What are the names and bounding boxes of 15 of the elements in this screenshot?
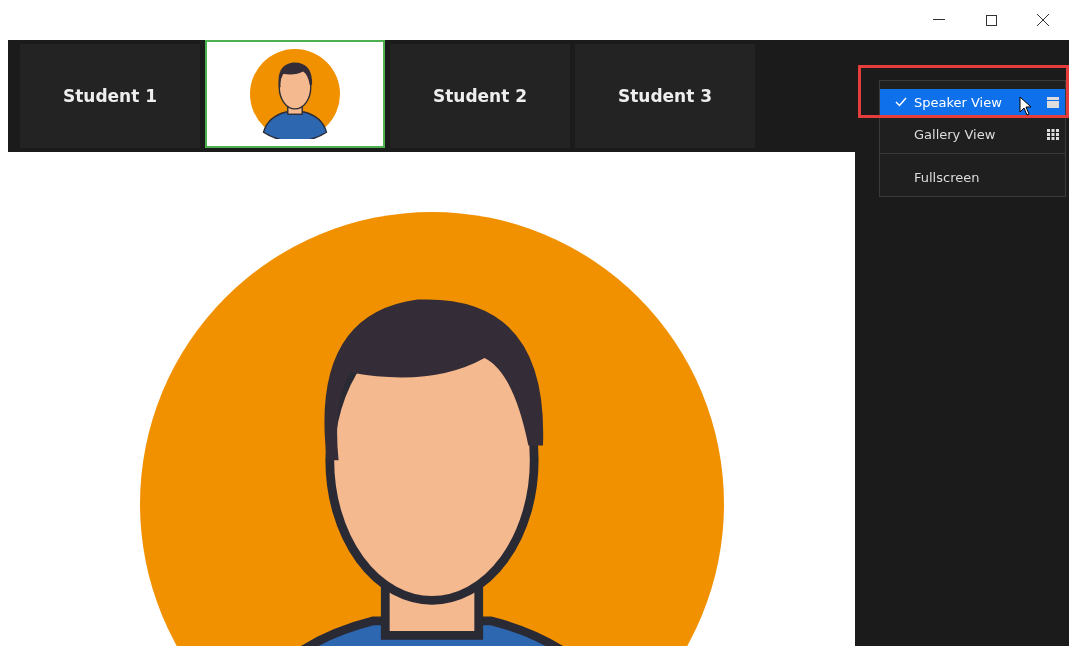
avatar-silhouette-icon [250,49,340,139]
maximize-icon[interactable] [985,14,997,26]
avatar-silhouette-icon [139,212,724,646]
grid-icon [1047,128,1059,140]
participant-tile[interactable]: Student 2 [390,44,570,148]
participant-tile[interactable]: Student 1 [20,44,200,148]
participant-tile[interactable] [205,40,385,148]
minimize-icon[interactable] [933,19,945,21]
menu-item[interactable]: Fullscreen [880,164,1065,190]
speaker-layout-icon [1047,96,1059,108]
menu-item[interactable]: Gallery View [880,121,1065,147]
close-icon[interactable] [1037,14,1049,26]
participant-tile[interactable]: Student 3 [575,44,755,148]
mouse-cursor-icon [1019,96,1032,116]
menu-item[interactable]: Speaker View [880,89,1065,115]
